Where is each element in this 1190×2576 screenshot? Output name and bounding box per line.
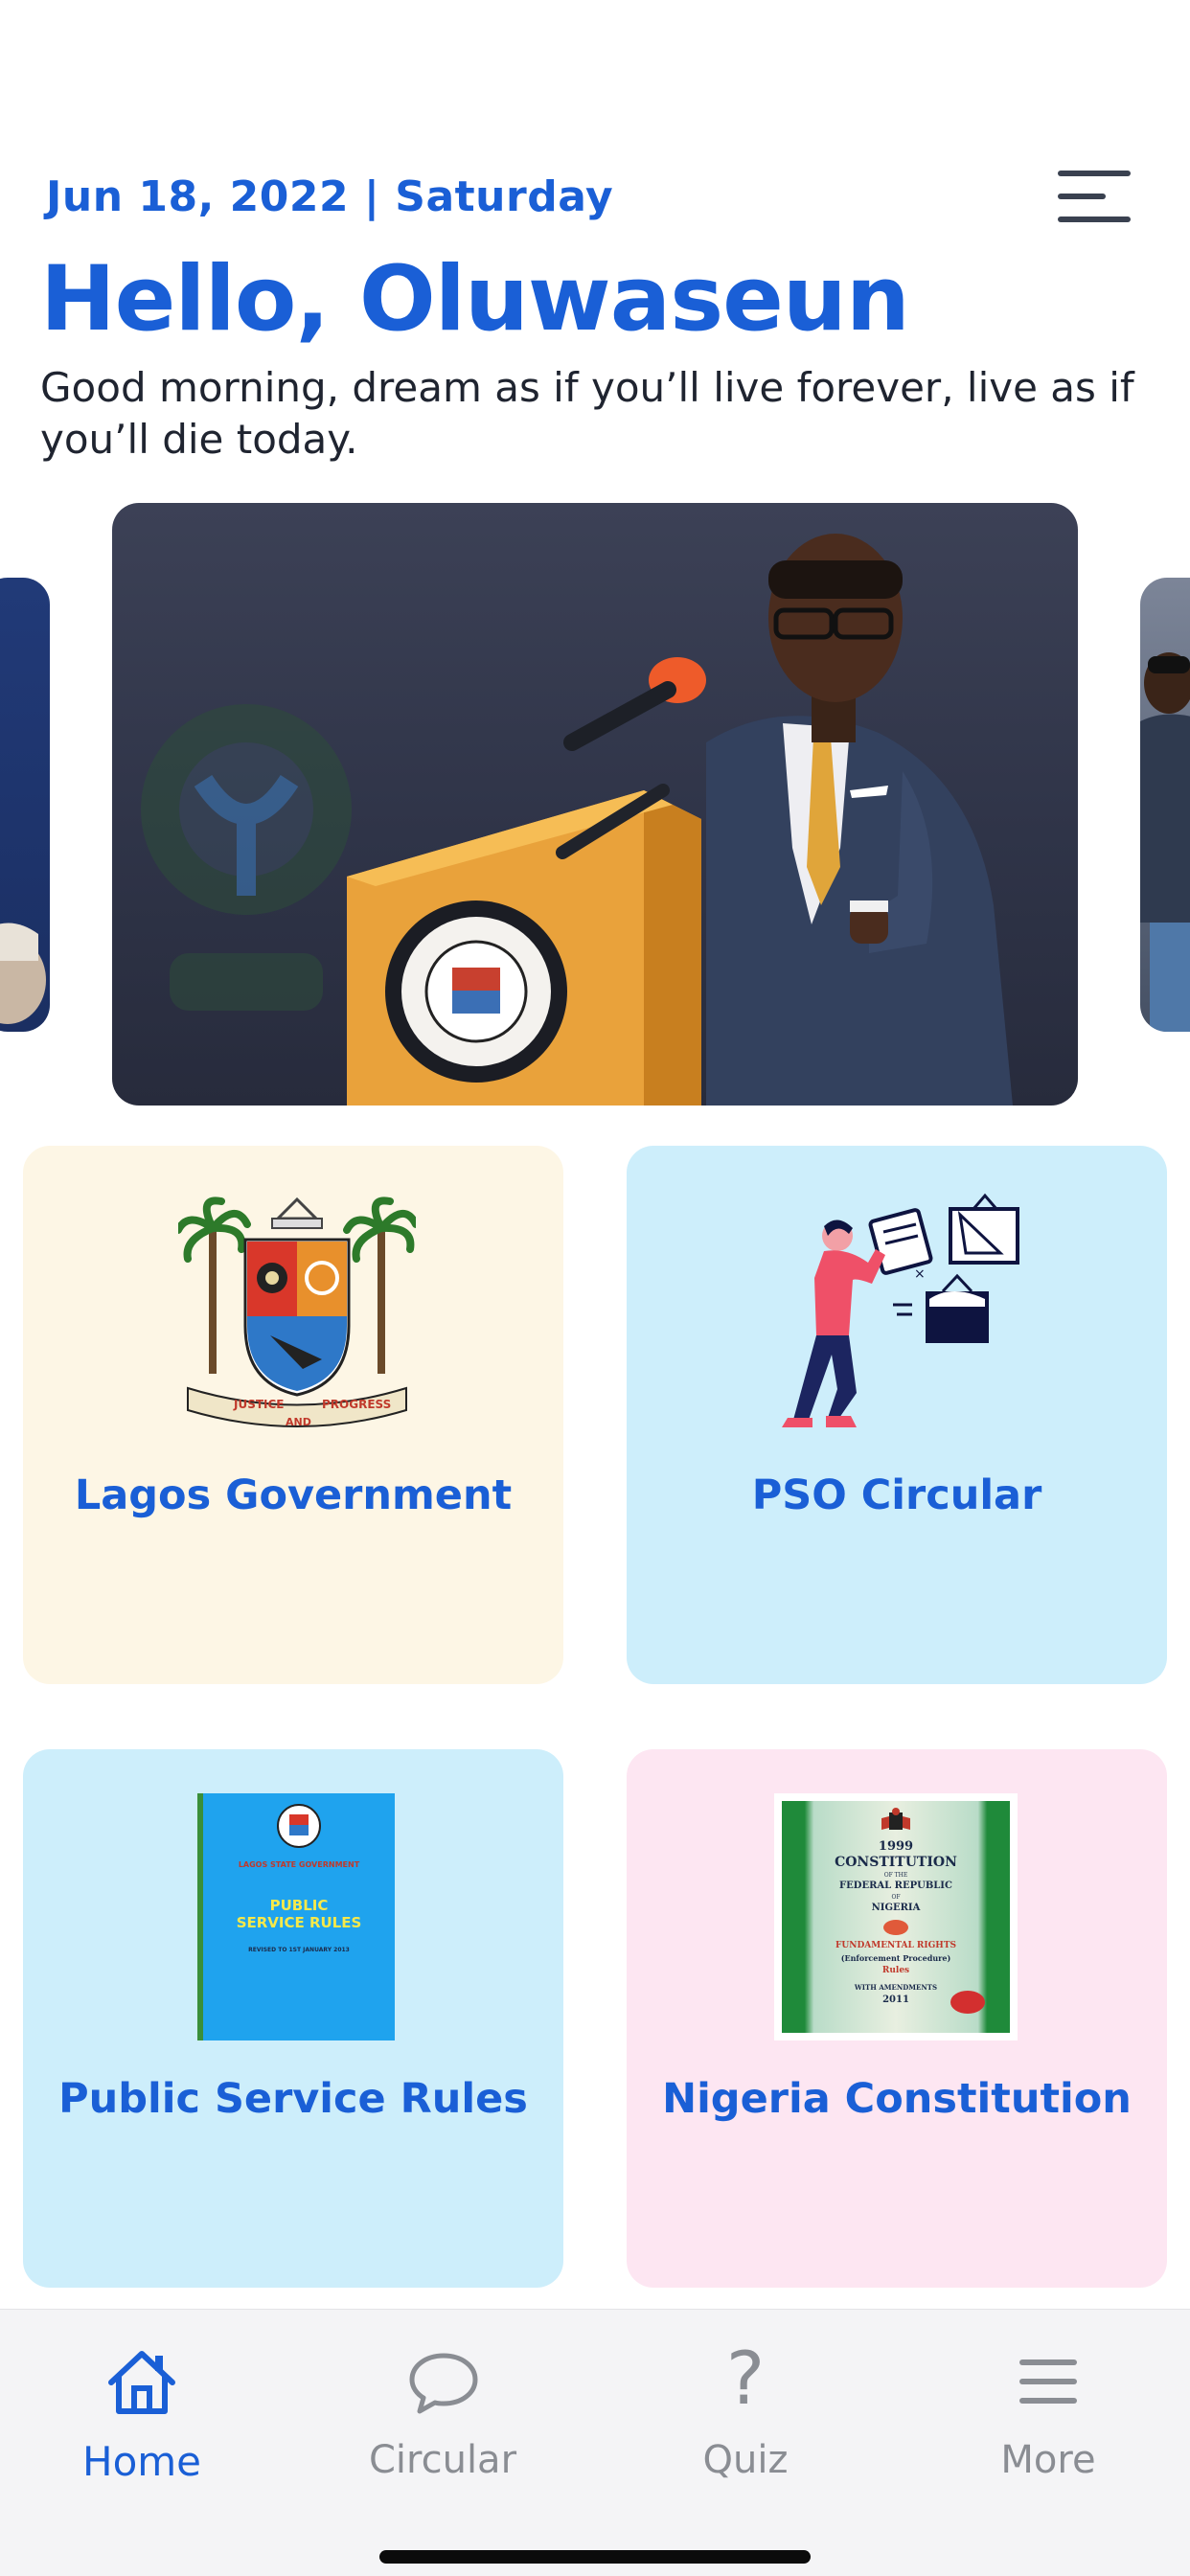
- crest-motto: PROGRESS: [322, 1398, 391, 1411]
- daily-quote: Good morning, dream as if you’ll live fo…: [40, 364, 1134, 463]
- bottom-tab-bar: Home Circular ? Quiz More: [0, 2309, 1190, 2576]
- tab-label: Home: [81, 2438, 202, 2485]
- book-line: 1999: [878, 1839, 914, 1854]
- crest-motto: AND: [286, 1416, 311, 1428]
- lagos-crest-icon: JUSTICE AND PROGRESS: [178, 1197, 416, 1428]
- home-indicator: [379, 2550, 811, 2564]
- tab-home[interactable]: Home: [36, 2333, 247, 2486]
- seal-mark: [950, 1991, 985, 2014]
- tab-label: More: [1000, 2438, 1096, 2482]
- book-title: SERVICE RULES: [236, 1914, 362, 1931]
- card-label: Lagos Government: [74, 1471, 513, 1519]
- menu-icon: [1058, 171, 1131, 176]
- card-label: PSO Circular: [751, 1471, 1042, 1519]
- carousel-slide-next[interactable]: [1140, 578, 1190, 1032]
- chat-bubble-icon: [409, 2353, 478, 2414]
- ampersand-mark: [883, 1920, 908, 1935]
- book-line: Rules: [881, 1966, 910, 1975]
- person-carrying-documents-icon: ×: [782, 1193, 1019, 1427]
- book-line: OF THE: [883, 1872, 908, 1879]
- menu-button[interactable]: [1058, 171, 1131, 224]
- date-label: Jun 18, 2022 | Saturday: [46, 172, 614, 221]
- book-line: CONSTITUTION: [835, 1855, 957, 1870]
- tab-label: Quiz: [702, 2438, 789, 2482]
- pso-circular-card[interactable]: × PSO Circular: [627, 1146, 1167, 1684]
- book-line: NIGERIA: [871, 1903, 921, 1913]
- crest-motto: JUSTICE: [233, 1398, 285, 1411]
- book-crest-icon: [277, 1804, 321, 1848]
- book-line: FUNDAMENTAL RIGHTS: [835, 1941, 957, 1950]
- question-icon: ?: [725, 2336, 766, 2421]
- slide-photo: [0, 923, 46, 1024]
- public-service-rules-book-cover: LAGOS STATE GOVERNMENT PUBLIC SERVICE RU…: [197, 1793, 395, 2040]
- tab-more[interactable]: More: [943, 2333, 1154, 2486]
- menu-icon-line: [1058, 194, 1106, 199]
- svg-text:×: ×: [914, 1266, 926, 1282]
- carousel-slide-current[interactable]: [112, 503, 1078, 1106]
- card-label: Public Service Rules: [58, 2075, 528, 2123]
- constitution-book-cover: 1999 CONSTITUTION OF THE FEDERAL REPUBLI…: [774, 1793, 1018, 2040]
- hamburger-icon: [1019, 2359, 1077, 2404]
- book-line: FEDERAL REPUBLIC: [839, 1881, 952, 1891]
- book-subtitle: REVISED TO 1ST JANUARY 2013: [248, 1947, 350, 1953]
- nigeria-constitution-card[interactable]: 1999 CONSTITUTION OF THE FEDERAL REPUBLI…: [627, 1749, 1167, 2288]
- slide-photo: [1140, 652, 1190, 1032]
- lagos-government-card[interactable]: JUSTICE AND PROGRESS Lagos Government: [23, 1146, 563, 1684]
- governor-speaking-photo: [141, 534, 1013, 1106]
- home-icon: [108, 2351, 175, 2414]
- book-line: WITH AMENDMENTS: [854, 1983, 938, 1992]
- tab-quiz[interactable]: ? Quiz: [640, 2333, 851, 2486]
- carousel-slide-previous[interactable]: [0, 578, 50, 1032]
- card-label: Nigeria Constitution: [662, 2075, 1132, 2123]
- book-header: LAGOS STATE GOVERNMENT: [238, 1860, 360, 1869]
- tab-circular[interactable]: Circular: [337, 2333, 548, 2486]
- menu-icon-line: [1058, 217, 1131, 222]
- constitution-cover-art: 1999 CONSTITUTION OF THE FEDERAL REPUBLI…: [782, 1801, 1010, 2033]
- public-service-rules-card[interactable]: LAGOS STATE GOVERNMENT PUBLIC SERVICE RU…: [23, 1749, 563, 2288]
- book-line: (Enforcement Procedure): [840, 1953, 951, 1963]
- tab-label: Circular: [368, 2438, 517, 2482]
- coat-of-arms-icon: [881, 1808, 910, 1830]
- book-title: PUBLIC: [269, 1897, 329, 1914]
- book-line: OF: [891, 1894, 901, 1901]
- greeting-title: Hello, Oluwaseun: [40, 247, 910, 352]
